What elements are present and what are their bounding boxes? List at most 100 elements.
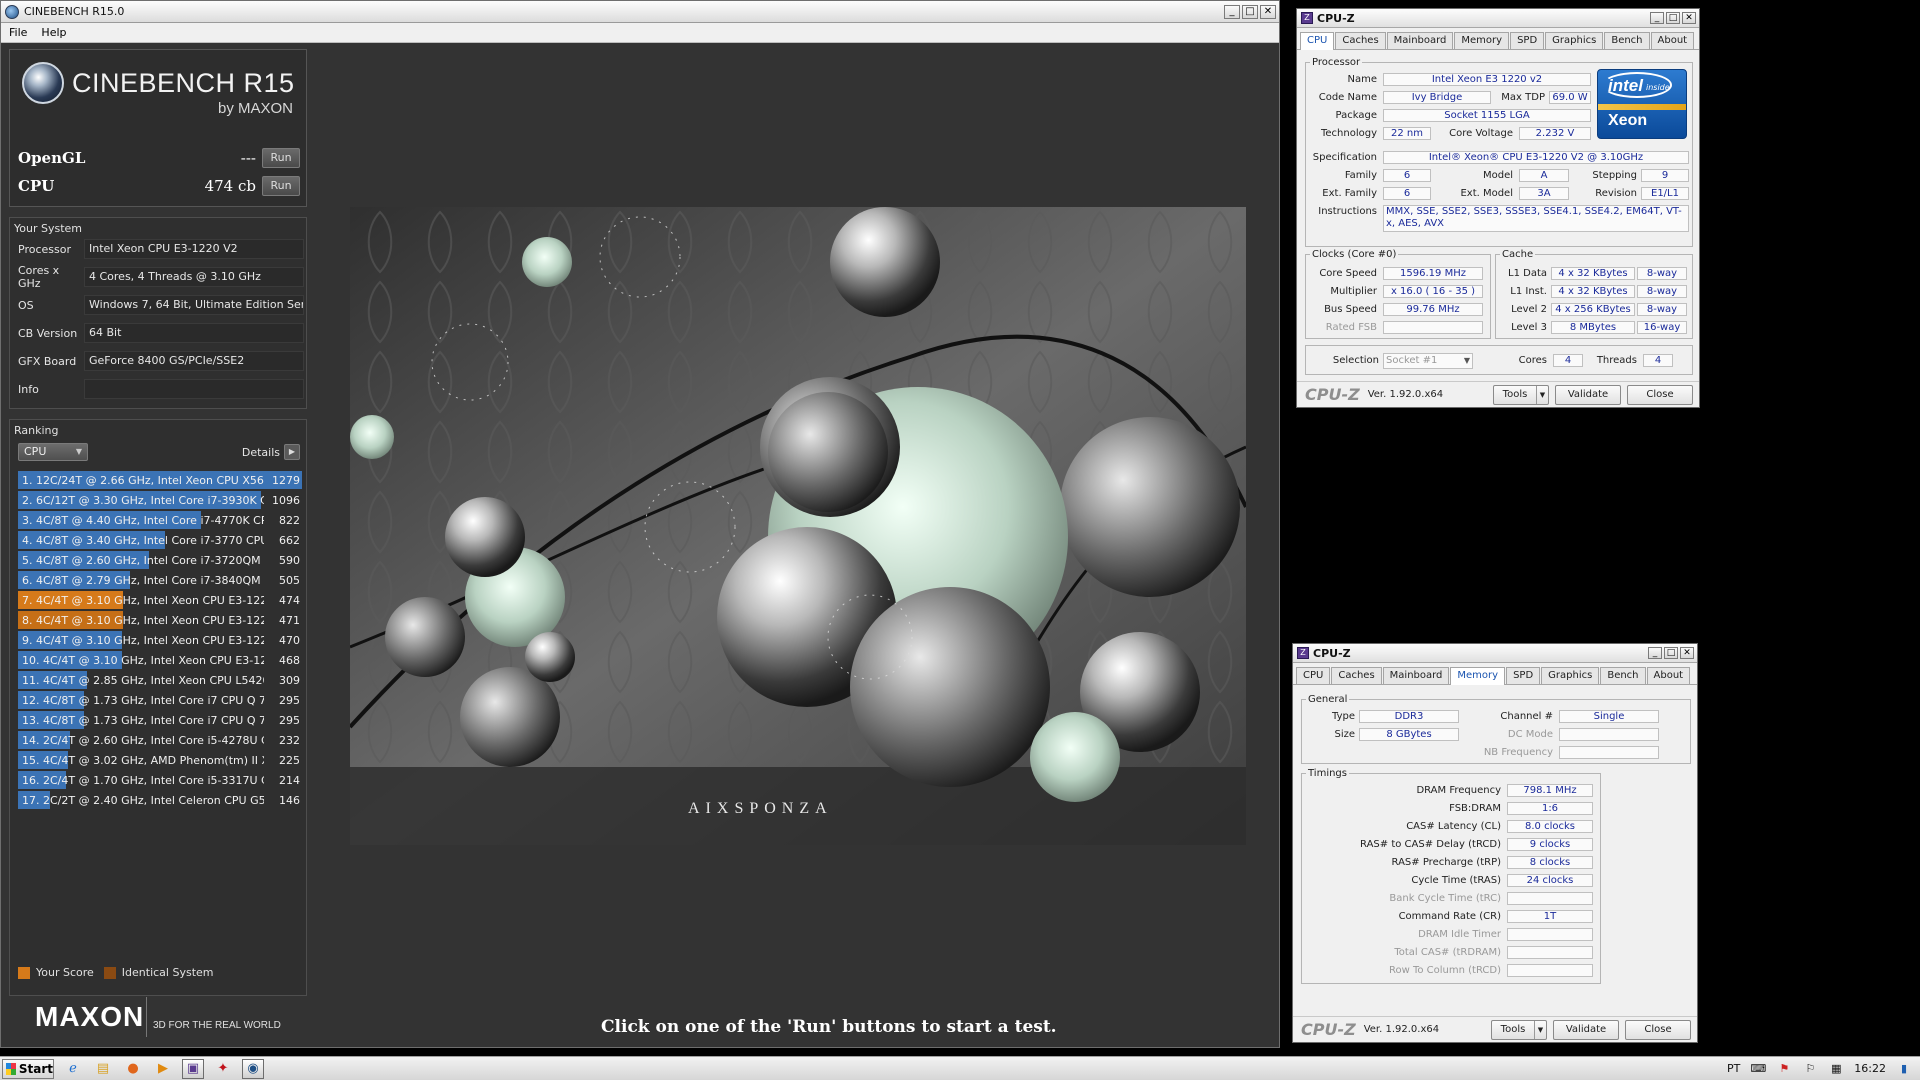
ranking-score: 505 (279, 573, 300, 587)
ranking-score: 146 (279, 793, 300, 807)
ext-model-field: 3A (1519, 187, 1569, 200)
close-button[interactable]: ✕ (1682, 12, 1696, 24)
cpuz-tabs: CPU Caches Mainboard Memory SPD Graphics… (1293, 663, 1697, 685)
close-window-button[interactable]: Close (1627, 384, 1693, 405)
processor-field[interactable]: Intel Xeon CPU E3-1220 V2 (84, 239, 304, 259)
tab-bench[interactable]: Bench (1604, 32, 1650, 49)
info-field[interactable] (84, 379, 304, 399)
ranking-row[interactable]: 5. 4C/8T @ 2.60 GHz, Intel Core i7-3720Q… (18, 550, 302, 570)
validate-button[interactable]: Validate (1553, 1019, 1619, 1040)
flag-icon[interactable]: ⚐ (1802, 1062, 1818, 1076)
specification-field: Intel® Xeon® CPU E3-1220 V2 @ 3.10GHz (1383, 151, 1689, 164)
cpu-label: CPU (18, 177, 55, 195)
tab-about[interactable]: About (1646, 667, 1691, 684)
opengl-score: --- (240, 149, 256, 167)
security-icon[interactable]: ⚑ (1776, 1062, 1792, 1076)
media-player-icon[interactable]: ▶ (152, 1059, 174, 1079)
tab-caches[interactable]: Caches (1335, 32, 1386, 49)
cpuz-app-icon: Z (1301, 12, 1313, 24)
cinebench-titlebar[interactable]: CINEBENCH R15.0 _ □ ✕ (1, 1, 1279, 23)
ranking-row[interactable]: 14. 2C/4T @ 2.60 GHz, Intel Core i5-4278… (18, 730, 302, 750)
clock[interactable]: 16:22 (1854, 1062, 1886, 1075)
ranking-label: 9. 4C/4T @ 3.10 GHz, Intel Xeon CPU E3-1… (22, 633, 264, 647)
details-toggle-button[interactable]: ▶ (284, 444, 300, 460)
tab-memory[interactable]: Memory (1450, 667, 1506, 685)
tab-mainboard[interactable]: Mainboard (1386, 32, 1454, 49)
taskbar: Start ℯ ▤ ● ▶ ▣ ✦ ◉ PT ⌨ ⚑ ⚐ ▦ 16:22 ▮ (0, 1056, 1920, 1080)
ranking-score: 295 (279, 713, 300, 727)
ranking-type-dropdown[interactable]: CPU ▼ (18, 443, 88, 461)
close-window-button[interactable]: Close (1625, 1019, 1691, 1040)
gfx-board-field[interactable]: GeForce 8400 GS/PCIe/SSE2 (84, 351, 304, 371)
maximize-button[interactable]: □ (1664, 647, 1678, 659)
menu-file[interactable]: File (9, 26, 27, 39)
tab-cpu[interactable]: CPU (1296, 667, 1331, 684)
ranking-row[interactable]: 17. 2C/2T @ 2.40 GHz, Intel Celeron CPU … (18, 790, 302, 810)
cpuz-titlebar[interactable]: Z CPU-Z _ □ ✕ (1297, 9, 1699, 28)
ranking-row[interactable]: 4. 4C/8T @ 3.40 GHz, Intel Core i7-3770 … (18, 530, 302, 550)
minimize-button[interactable]: _ (1650, 12, 1664, 24)
rated-fsb-field (1383, 321, 1483, 334)
opengl-run-button[interactable]: Run (262, 148, 300, 168)
ranking-row[interactable]: 1. 12C/24T @ 2.66 GHz, Intel Xeon CPU X5… (18, 470, 302, 490)
start-button[interactable]: Start (2, 1058, 54, 1079)
tab-graphics[interactable]: Graphics (1541, 667, 1600, 684)
ranking-row[interactable]: 13. 4C/8T @ 1.73 GHz, Intel Core i7 CPU … (18, 710, 302, 730)
ext-family-field: 6 (1383, 187, 1431, 200)
validate-button[interactable]: Validate (1555, 384, 1621, 405)
os-field[interactable]: Windows 7, 64 Bit, Ultimate Edition Serv… (84, 295, 304, 315)
tools-button[interactable]: Tools ▼ (1491, 1019, 1547, 1040)
ranking-row[interactable]: 10. 4C/4T @ 3.10 GHz, Intel Xeon CPU E3-… (18, 650, 302, 670)
ranking-row[interactable]: 15. 4C/4T @ 3.02 GHz, AMD Phenom(tm) II … (18, 750, 302, 770)
ranking-score: 822 (279, 513, 300, 527)
cpuz-titlebar[interactable]: Z CPU-Z _ □ ✕ (1293, 644, 1697, 663)
acrobat-icon[interactable]: ✦ (212, 1059, 234, 1079)
ranking-row[interactable]: 6. 4C/8T @ 2.79 GHz, Intel Core i7-3840Q… (18, 570, 302, 590)
network-icon[interactable]: ▦ (1828, 1062, 1844, 1076)
tab-mainboard[interactable]: Mainboard (1382, 667, 1450, 684)
memory-type-field: DDR3 (1359, 710, 1459, 723)
firefox-icon[interactable]: ● (122, 1059, 144, 1079)
close-button[interactable]: ✕ (1260, 4, 1276, 19)
cb-version-field[interactable]: 64 Bit (84, 323, 304, 343)
system-row: Cores x GHz 4 Cores, 4 Threads @ 3.10 GH… (18, 264, 304, 290)
ranking-row[interactable]: 3. 4C/8T @ 4.40 GHz, Intel Core i7-4770K… (18, 510, 302, 530)
cpu-run-button[interactable]: Run (262, 176, 300, 196)
ranking-row[interactable]: 7. 4C/4T @ 3.10 GHz, Intel Xeon CPU E3-1… (18, 590, 302, 610)
ranking-score: 468 (279, 653, 300, 667)
ranking-row[interactable]: 11. 4C/4T @ 2.85 GHz, Intel Xeon CPU L54… (18, 670, 302, 690)
show-desktop-icon[interactable]: ▮ (1896, 1062, 1912, 1076)
ranking-row[interactable]: 9. 4C/4T @ 3.10 GHz, Intel Xeon CPU E3-1… (18, 630, 302, 650)
ranking-row[interactable]: 2. 6C/12T @ 3.30 GHz, Intel Core i7-3930… (18, 490, 302, 510)
cinebench-taskbar-icon[interactable]: ◉ (242, 1058, 264, 1079)
keyboard-icon[interactable]: ⌨ (1750, 1062, 1766, 1076)
cpuz-taskbar-icon[interactable]: ▣ (182, 1058, 204, 1079)
tab-spd[interactable]: SPD (1506, 667, 1541, 684)
tab-bench[interactable]: Bench (1600, 667, 1646, 684)
file-explorer-icon[interactable]: ▤ (92, 1059, 114, 1079)
minimize-button[interactable]: _ (1224, 4, 1240, 19)
tools-button[interactable]: Tools ▼ (1493, 384, 1549, 405)
language-indicator[interactable]: PT (1727, 1062, 1740, 1075)
internet-explorer-icon[interactable]: ℯ (62, 1059, 84, 1079)
ranking-row[interactable]: 16. 2C/4T @ 1.70 GHz, Intel Core i5-3317… (18, 770, 302, 790)
cores-field[interactable]: 4 Cores, 4 Threads @ 3.10 GHz (84, 267, 304, 287)
timing-value: 8.0 clocks (1507, 820, 1593, 833)
tab-about[interactable]: About (1650, 32, 1695, 49)
tab-memory[interactable]: Memory (1454, 32, 1510, 49)
ranking-row[interactable]: 8. 4C/4T @ 3.10 GHz, Intel Xeon CPU E3-1… (18, 610, 302, 630)
tab-graphics[interactable]: Graphics (1545, 32, 1604, 49)
minimize-button[interactable]: _ (1648, 647, 1662, 659)
tab-caches[interactable]: Caches (1331, 667, 1382, 684)
close-button[interactable]: ✕ (1680, 647, 1694, 659)
socket-select[interactable]: Socket #1 ▼ (1383, 353, 1473, 369)
tab-spd[interactable]: SPD (1510, 32, 1545, 49)
ranking-row[interactable]: 12. 4C/8T @ 1.73 GHz, Intel Core i7 CPU … (18, 690, 302, 710)
menu-help[interactable]: Help (41, 26, 66, 39)
maximize-button[interactable]: □ (1666, 12, 1680, 24)
core-speed-field: 1596.19 MHz (1383, 267, 1483, 280)
tab-cpu[interactable]: CPU (1300, 32, 1335, 50)
cpuz-brand: CPU-Z (1301, 1020, 1356, 1039)
maximize-button[interactable]: □ (1242, 4, 1258, 19)
your-system-title: Your System (14, 222, 82, 235)
